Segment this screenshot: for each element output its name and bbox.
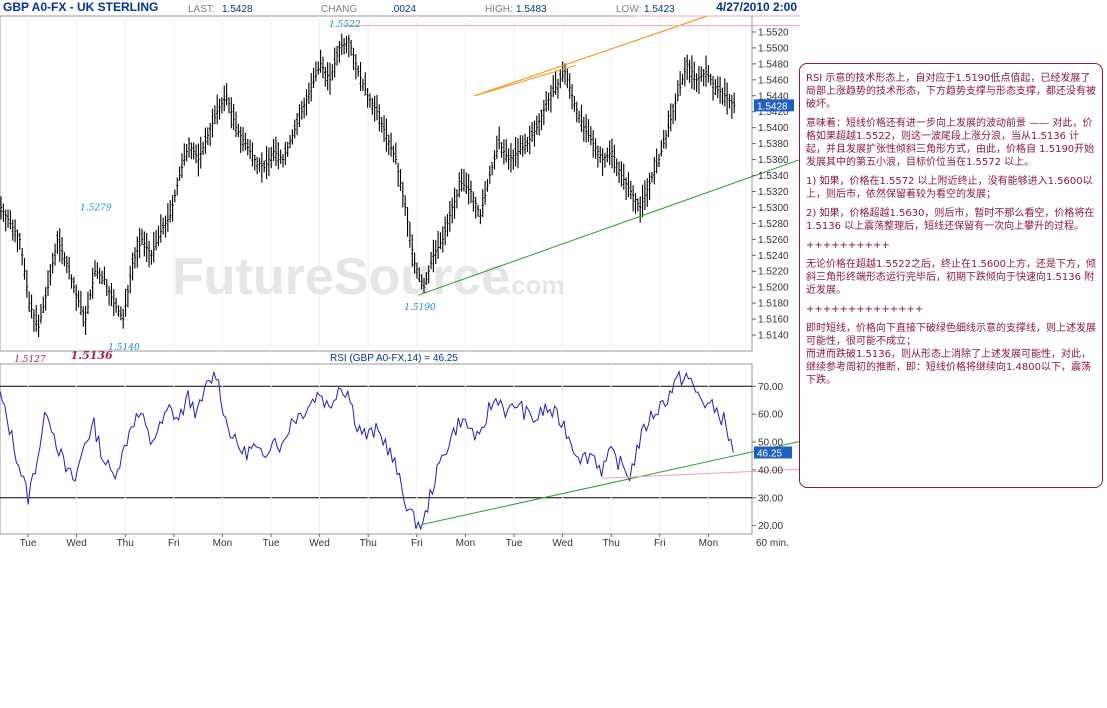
commentary-paragraph: 1) 如果，价格在1.5572 以上附近终止，没有能够进入1.5600以上，则后… [806, 176, 1093, 200]
x-tick-label: Wed [552, 538, 572, 549]
rsi-panel: RSI (GBP A0-FX,14) = 46.25 70.0060.0050.… [0, 353, 801, 535]
price-annotation-label: 1.5279 [80, 203, 112, 213]
price-last-value-label: 1.5428 [757, 101, 788, 112]
price-y-tick-label: 1.5400 [758, 123, 789, 134]
price-y-tick-label: 1.5200 [758, 283, 789, 294]
price-y-tick-label: 1.5500 [758, 43, 789, 54]
watermark: FutureSource .com [172, 248, 565, 306]
x-tick-label: Fri [168, 538, 180, 549]
x-tick-label: Wed [309, 538, 329, 549]
header-datetime: 4/27/2010 2:00 [716, 0, 797, 14]
x-tick-label: Tue [263, 538, 280, 549]
price-annotation-label: 1.5190 [404, 303, 436, 313]
high-value: 1.5483 [516, 4, 547, 15]
x-tick-label: Wed [66, 538, 86, 549]
price-y-tick-label: 1.5300 [758, 203, 789, 214]
price-y-tick-label: 1.5460 [758, 75, 789, 86]
rsi-last-value-marker: 46.25 [754, 446, 792, 459]
price-y-tick-label: 1.5180 [758, 299, 789, 310]
rsi-y-tick-label: 40.00 [758, 465, 783, 476]
last-label: LAST: [188, 4, 215, 15]
rsi-y-tick-label: 30.00 [758, 493, 783, 504]
change-label: CHANG [321, 4, 357, 15]
commentary-paragraph: 无论价格在超越1.5522之后，终止在1.5600上方，还是下方，倾斜三角形终端… [806, 259, 1096, 296]
price-y-tick-label: 1.5320 [758, 187, 789, 198]
commentary-paragraph: RSI 示意的技术形态上，自对应于1.5190低点值起，已经发展了局部上涨趋势的… [806, 73, 1096, 110]
rsi-title: RSI (GBP A0-FX,14) = 46.25 [330, 353, 458, 364]
low-value: 1.5423 [644, 4, 675, 15]
high-label: HIGH: [485, 4, 513, 15]
time-x-axis: Tue Wed Thu Fri Mon Tue Wed Thu Fri Mon Tue Wed Thu F… [0, 533, 752, 549]
price-panel: FutureSource .com 1.5522 1.5279 1.5127 1.51… [0, 15, 801, 365]
x-tick-label: Mon [456, 538, 475, 549]
price-annotation-label: 1.5522 [329, 20, 361, 30]
last-value: 1.5428 [222, 4, 253, 15]
commentary-paragraph: ++++++++++++++ [806, 304, 924, 315]
price-last-value-marker: 1.5428 [754, 99, 794, 112]
price-y-tick-label: 1.5360 [758, 155, 789, 166]
watermark-main: FutureSource [172, 248, 510, 306]
commentary-paragraph: 即时短线，价格向下直接下破绿色细线示意的支撑线，则上述发展可能性，很可能不成立；… [806, 323, 1096, 386]
price-annotation-label: 1.5127 [14, 355, 46, 365]
x-tick-label: Mon [213, 538, 232, 549]
price-y-tick-label: 1.5480 [758, 59, 789, 70]
price-y-tick-label: 1.5280 [758, 219, 789, 230]
chart-header: GBP A0-FX - UK STERLING LAST: 1.5428 CHA… [3, 0, 797, 15]
x-tick-label: Tue [20, 538, 37, 549]
price-y-tick-label: 1.5220 [758, 267, 789, 278]
x-tick-label: Fri [411, 538, 423, 549]
price-annotation-label: 1.5140 [108, 343, 140, 353]
price-y-tick-label: 1.5140 [758, 331, 789, 342]
rsi-y-tick-label: 60.00 [758, 410, 783, 421]
commentary-paragraph: 意味着：短线价格还有进一步向上发展的波动前景 —— 对此，价格如果超越1.552… [806, 118, 1095, 168]
commentary-paragraph: 2) 如果，价格超越1.5630，则后市，暂时不那么看空，价格将在1.5136 … [806, 208, 1095, 232]
price-y-tick-label: 1.5380 [758, 139, 789, 150]
watermark-suffix: .com [504, 270, 565, 300]
low-label: LOW: [616, 4, 641, 15]
price-annotation-label: 1.5136 [71, 349, 113, 362]
x-tick-label: Mon [699, 538, 718, 549]
change-value: .0024 [391, 4, 416, 15]
price-y-tick-label: 1.5240 [758, 251, 789, 262]
rsi-y-tick-label: 20.00 [758, 521, 783, 532]
price-y-tick-label: 1.5520 [758, 27, 789, 38]
price-y-tick-label: 1.5260 [758, 235, 789, 246]
price-y-tick-label: 1.5340 [758, 171, 789, 182]
x-tick-label: Thu [117, 538, 134, 549]
x-tick-label: Thu [603, 538, 620, 549]
analysis-commentary-box: RSI 示意的技术形态上，自对应于1.5190低点值起，已经发展了局部上涨趋势的… [799, 63, 1103, 488]
rsi-y-tick-label: 70.00 [758, 382, 783, 393]
x-tick-label: Fri [654, 538, 666, 549]
price-y-axis: 1.55201.55001.54801.54601.54401.54201.54… [752, 27, 789, 342]
price-y-tick-label: 1.5160 [758, 315, 789, 326]
interval-label: 60 min. [756, 538, 789, 549]
commentary-paragraph: ++++++++++ [806, 240, 890, 251]
x-tick-label: Tue [506, 538, 523, 549]
rsi-last-value-label: 46.25 [757, 448, 782, 459]
x-tick-label: Thu [360, 538, 377, 549]
instrument-title: GBP A0-FX - UK STERLING [3, 0, 158, 14]
